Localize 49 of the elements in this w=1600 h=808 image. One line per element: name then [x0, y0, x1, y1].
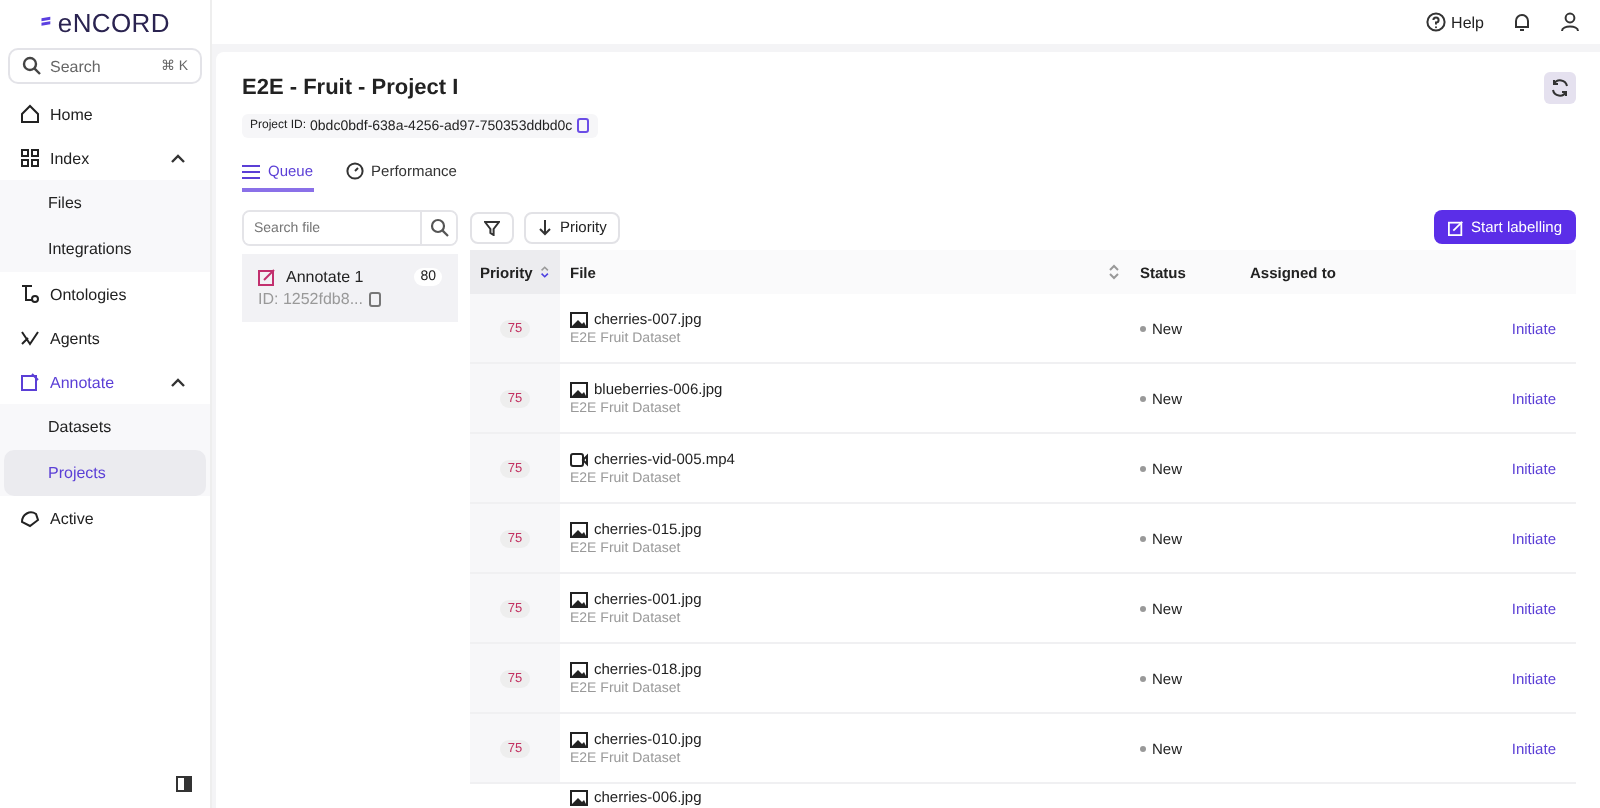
copy-icon[interactable]: [576, 118, 591, 134]
sidebar-toggle-icon[interactable]: [176, 776, 192, 792]
user-icon[interactable]: [1560, 12, 1580, 32]
home-icon: [20, 104, 40, 124]
video-icon: [570, 451, 588, 467]
sidebar-item[interactable]: Ontologies: [0, 272, 210, 316]
refresh-icon: [1550, 78, 1570, 98]
stage-id: ID: 1252fdb8...: [258, 290, 363, 308]
image-icon: [570, 661, 588, 677]
image-icon: [570, 789, 588, 805]
gauge-icon: [345, 162, 364, 180]
sidebar-item[interactable]: Active: [0, 496, 210, 540]
project-title: E2E - Fruit - Project I: [242, 76, 459, 100]
image-icon: [570, 521, 588, 537]
agent-icon: [20, 328, 40, 348]
search-icon: [429, 218, 449, 238]
annotate-icon: [20, 372, 40, 392]
image-icon: [570, 731, 588, 747]
sidebar-item[interactable]: Agents: [0, 316, 210, 360]
image-icon: [570, 381, 588, 397]
sidebar-item[interactable]: Home: [0, 92, 210, 136]
sidebar-subitem[interactable]: Projects: [4, 450, 206, 496]
sidebar-item[interactable]: Index: [0, 136, 210, 180]
notification-bell-icon[interactable]: [1512, 12, 1532, 32]
copy-icon[interactable]: [368, 291, 383, 307]
list-icon: [242, 163, 260, 179]
logo-text: eNCORD: [57, 7, 170, 37]
arrow-down-icon: [538, 219, 552, 235]
edit-icon: [1447, 219, 1464, 235]
search-icon: [22, 56, 42, 76]
image-icon: [570, 311, 588, 327]
help-icon: [1425, 12, 1446, 32]
sidebar-item[interactable]: Annotate: [0, 360, 210, 404]
grid-icon: [20, 148, 40, 168]
help-button[interactable]: Help: [1425, 12, 1484, 32]
sidebar-subitem[interactable]: Integrations: [4, 226, 206, 272]
ontology-icon: [20, 284, 40, 304]
sort-icon: [540, 264, 550, 280]
stage-name: Annotate 1: [286, 268, 366, 286]
filter-button[interactable]: [470, 211, 514, 243]
sidebar-subitem[interactable]: Files: [4, 180, 206, 226]
edit-icon: [258, 268, 276, 286]
image-icon: [570, 591, 588, 607]
sort-icon: [1108, 264, 1120, 280]
sidebar-subitem[interactable]: Datasets: [4, 404, 206, 450]
search-button[interactable]: [420, 212, 456, 244]
active-icon: [20, 508, 40, 528]
refresh-button[interactable]: [1544, 72, 1576, 104]
filter-icon: [484, 219, 500, 235]
